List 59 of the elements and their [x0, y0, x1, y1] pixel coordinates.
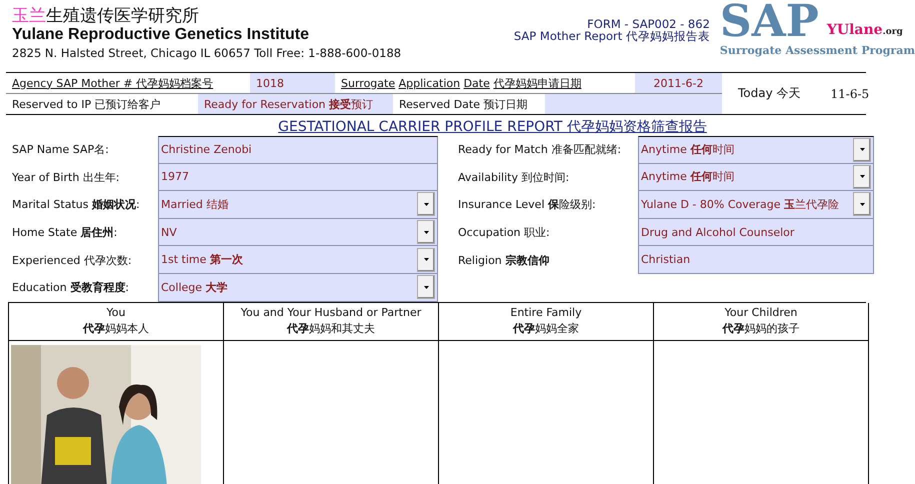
caret-icon: [424, 202, 428, 206]
column-title: You: [106, 304, 126, 321]
field-label: 代孕妈妈申请日期: [493, 76, 582, 90]
institute-name-chinese: 玉兰生殖遗传医学研究所: [12, 6, 200, 26]
column-subtitle: 代孕妈妈的孩子: [721, 320, 800, 337]
input-field[interactable]: Christian: [638, 246, 874, 274]
field-label: Marital Status 婚姻状况:: [12, 198, 140, 212]
column-subtitle: 代孕妈妈全家: [512, 320, 580, 337]
logo-text: SAP: [720, 0, 819, 44]
field-label: Application: [398, 76, 460, 90]
field-label: Experienced 代孕次数:: [12, 254, 132, 267]
field-label: Availability 到位时间:: [458, 170, 570, 184]
field-label: Today 今天: [738, 85, 801, 102]
dropdown[interactable]: Anytime 任何时间: [638, 136, 874, 164]
logo-subtitle: Surrogate Assessment Program: [720, 44, 915, 58]
input-field[interactable]: 2011-6-2: [635, 73, 722, 93]
input-field[interactable]: [545, 94, 722, 114]
input-field[interactable]: 1977: [158, 164, 438, 192]
address: 2825 N. Halsted Street, Chicago IL 60657 Toll Free: 1-888-600-0188: [12, 45, 402, 62]
institute-name: Yulane Reproductive Genetics Institute: [12, 26, 310, 44]
dropdown[interactable]: Married 结婚: [158, 191, 438, 219]
reservation-status: Ready for Reservation 接受预订: [198, 94, 393, 114]
dropdown[interactable]: NV: [158, 218, 438, 246]
caret-icon: [860, 175, 864, 178]
field-label: Agency SAP Mother # 代孕妈妈档案号: [11, 76, 214, 90]
field-label: Reserved to IP 已预订给客户: [11, 96, 162, 112]
field-label: Education 受教育程度:: [12, 281, 129, 294]
column-title: Entire Family: [509, 304, 583, 321]
caret-icon: [860, 148, 864, 152]
column-subtitle: 代孕妈妈本人: [82, 320, 150, 337]
column-title: Your Children: [724, 304, 798, 321]
field-label: Occupation 职业:: [458, 226, 550, 240]
field-label: Ready for Match 准备匹配就绪:: [458, 143, 622, 156]
input-field[interactable]: Drug and Alcohol Counselor: [638, 218, 874, 246]
field-label: Religion 宗教信仰: [458, 254, 550, 267]
field-label: SAP Name SAP名:: [12, 143, 109, 156]
input-field[interactable]: Christine Zenobi: [158, 136, 438, 164]
column-title: You and Your Husband or Partner: [240, 304, 422, 321]
dropdown[interactable]: Anytime 任何时间: [638, 164, 874, 192]
field-label: Home State 居住州:: [12, 226, 118, 240]
report-title: GESTATIONAL CARRIER PROFILE REPORT 代孕妈妈资格筛查报告: [277, 118, 708, 136]
field-label: Reserved Date 预订日期: [398, 96, 528, 112]
caret-icon: [860, 202, 864, 206]
caret-icon: [424, 258, 428, 262]
logo-site: YUlane.org: [826, 22, 903, 40]
today-date: 11-6-5: [830, 86, 870, 100]
form-title: SAP Mother Report 代孕妈妈报告表: [512, 30, 710, 42]
caret-icon: [424, 286, 428, 289]
column-subtitle: 代孕妈妈和其丈夫: [286, 320, 376, 337]
input-field[interactable]: 1018: [250, 73, 335, 93]
caret-icon: [424, 230, 428, 234]
dropdown[interactable]: 1st time 第一次: [158, 246, 438, 274]
form-code: FORM - SAP002 - 862: [586, 18, 710, 30]
field-label: Insurance Level 保险级别:: [458, 198, 596, 212]
dropdown[interactable]: College 大学: [158, 274, 438, 302]
field-label: Surrogate: [341, 76, 396, 90]
field-label: Year of Birth 出生年:: [12, 170, 120, 184]
field-label: Date: [464, 76, 490, 90]
dropdown[interactable]: Yulane D - 80% Coverage 玉兰代孕险: [638, 191, 874, 219]
